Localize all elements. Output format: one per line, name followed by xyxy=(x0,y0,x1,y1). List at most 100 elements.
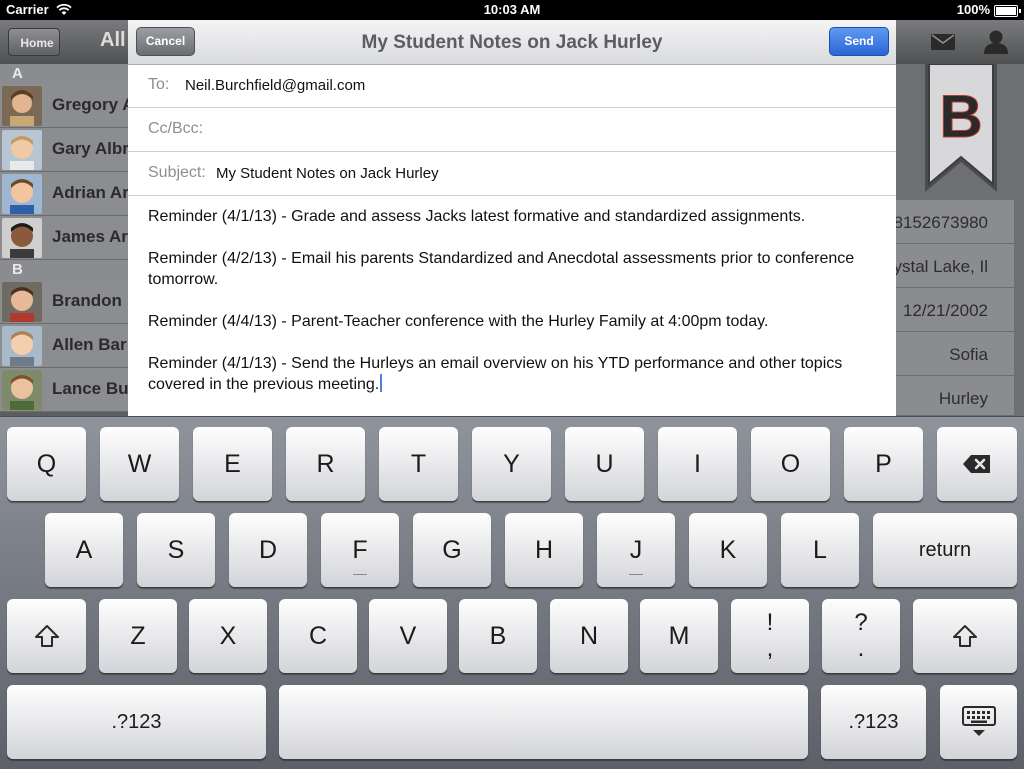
ccbcc-field[interactable]: Cc/Bcc: xyxy=(128,108,896,152)
key-e[interactable]: E xyxy=(193,427,272,501)
shift-key-right[interactable] xyxy=(913,599,1017,673)
to-label: To: xyxy=(148,76,170,93)
battery-percent: 100% xyxy=(956,2,990,17)
student-name: Adrian Ar xyxy=(52,183,129,202)
key-question-period[interactable]: ? . xyxy=(822,599,900,673)
person-icon[interactable] xyxy=(982,30,1010,54)
detail-birthdate: 12/21/2002 xyxy=(902,301,988,320)
home-row-bump xyxy=(353,574,367,575)
body-paragraph: Reminder (4/1/13) - Grade and assess Jac… xyxy=(148,208,806,225)
key-i[interactable]: I xyxy=(658,427,737,501)
student-row[interactable]: Allen Bar xyxy=(0,324,128,368)
mail-icon[interactable] xyxy=(930,33,956,51)
avatar xyxy=(2,370,42,410)
student-name: James Ar xyxy=(52,227,128,246)
key-k[interactable]: K xyxy=(689,513,767,587)
student-list: A Gregory A Gary Albr Adrian Ar James Ar xyxy=(0,64,135,416)
backspace-icon xyxy=(963,455,990,473)
student-name: Gregory A xyxy=(52,95,135,114)
key-bottom-char: . xyxy=(857,635,865,662)
detail-row: Sofia xyxy=(896,332,1014,376)
numbers-key-right[interactable]: .?123 xyxy=(821,685,926,759)
home-button[interactable]: Home xyxy=(8,28,60,56)
key-u[interactable]: U xyxy=(565,427,644,501)
battery-icon xyxy=(994,5,1021,17)
detail-row: 8152673980 xyxy=(893,200,1014,244)
detail-row: rystal Lake, Il xyxy=(888,244,1014,288)
avatar xyxy=(2,174,42,214)
student-name: Brandon xyxy=(52,291,122,310)
student-row[interactable]: Brandon xyxy=(0,280,128,324)
key-m[interactable]: M xyxy=(640,599,718,673)
shift-icon xyxy=(34,625,59,647)
key-y[interactable]: Y xyxy=(472,427,551,501)
key-top-char: ! xyxy=(766,609,774,636)
student-name: Lance Bu xyxy=(52,379,129,398)
key-j-label: J xyxy=(629,535,643,564)
key-t[interactable]: T xyxy=(379,427,458,501)
subject-field[interactable]: Subject: My Student Notes on Jack Hurley xyxy=(128,152,896,196)
letter-tab-label: B xyxy=(939,83,983,151)
key-b[interactable]: B xyxy=(459,599,537,673)
key-f[interactable]: F xyxy=(321,513,399,587)
student-row[interactable]: James Ar xyxy=(0,216,128,260)
body-paragraph: Reminder (4/1/13) - Send the Hurleys an … xyxy=(148,355,843,393)
nav-title: All xyxy=(100,29,126,51)
compose-toolbar: Cancel My Student Notes on Jack Hurley S… xyxy=(128,20,896,65)
student-row[interactable]: Adrian Ar xyxy=(0,172,129,216)
key-q[interactable]: Q xyxy=(7,427,86,501)
hide-keyboard-key[interactable] xyxy=(940,685,1017,759)
student-row[interactable]: Gary Albr xyxy=(0,128,129,172)
key-h[interactable]: H xyxy=(505,513,583,587)
key-a[interactable]: A xyxy=(45,513,123,587)
student-name: Allen Bar xyxy=(52,335,127,354)
key-r[interactable]: R xyxy=(286,427,365,501)
key-o[interactable]: O xyxy=(751,427,830,501)
shift-key-left[interactable] xyxy=(7,599,86,673)
avatar xyxy=(2,326,42,366)
home-row-bump xyxy=(629,574,643,575)
key-f-label: F xyxy=(352,535,368,564)
key-g[interactable]: G xyxy=(413,513,491,587)
key-exclaim-comma[interactable]: ! , xyxy=(731,599,809,673)
detail-row: 12/21/2002 xyxy=(896,288,1014,332)
key-l[interactable]: L xyxy=(781,513,859,587)
numbers-key-left[interactable]: .?123 xyxy=(7,685,266,759)
detail-first-name: Sofia xyxy=(949,345,988,364)
key-x[interactable]: X xyxy=(189,599,267,673)
compose-sheet: Cancel My Student Notes on Jack Hurley S… xyxy=(128,20,896,416)
text-cursor xyxy=(380,374,383,392)
key-j[interactable]: J xyxy=(597,513,675,587)
subject-value[interactable]: My Student Notes on Jack Hurley xyxy=(216,165,439,182)
return-key[interactable]: return xyxy=(873,513,1017,587)
to-value[interactable]: Neil.Burchfield@gmail.com xyxy=(185,77,365,94)
message-body[interactable]: Reminder (4/1/13) - Grade and assess Jac… xyxy=(148,206,868,395)
to-field[interactable]: To: Neil.Burchfield@gmail.com xyxy=(128,64,896,108)
send-button[interactable]: Send xyxy=(829,27,889,56)
key-v[interactable]: V xyxy=(369,599,447,673)
avatar xyxy=(2,282,42,322)
status-time: 10:03 AM xyxy=(483,2,541,17)
detail-phone: 8152673980 xyxy=(893,213,988,232)
detail-row: Hurley xyxy=(896,376,1014,416)
avatar xyxy=(2,130,42,170)
key-d[interactable]: D xyxy=(229,513,307,587)
compose-title: My Student Notes on Jack Hurley xyxy=(361,32,663,53)
ccbcc-label: Cc/Bcc: xyxy=(148,120,204,137)
key-c[interactable]: C xyxy=(279,599,357,673)
student-row[interactable]: Gregory A xyxy=(0,84,135,128)
avatar xyxy=(2,218,42,258)
section-header-a: A xyxy=(0,64,128,84)
key-z[interactable]: Z xyxy=(99,599,177,673)
body-paragraph: Reminder (4/2/13) - Email his parents St… xyxy=(148,250,855,288)
detail-city: rystal Lake, Il xyxy=(887,257,988,276)
status-bar: Carrier 10:03 AM 100% xyxy=(0,0,1024,20)
space-key[interactable] xyxy=(279,685,808,759)
body-paragraph: Reminder (4/4/13) - Parent-Teacher confe… xyxy=(148,313,769,330)
key-w[interactable]: W xyxy=(100,427,179,501)
key-s[interactable]: S xyxy=(137,513,215,587)
key-p[interactable]: P xyxy=(844,427,923,501)
key-n[interactable]: N xyxy=(550,599,628,673)
backspace-key[interactable] xyxy=(937,427,1017,501)
student-row[interactable]: Lance Bu xyxy=(0,368,129,412)
